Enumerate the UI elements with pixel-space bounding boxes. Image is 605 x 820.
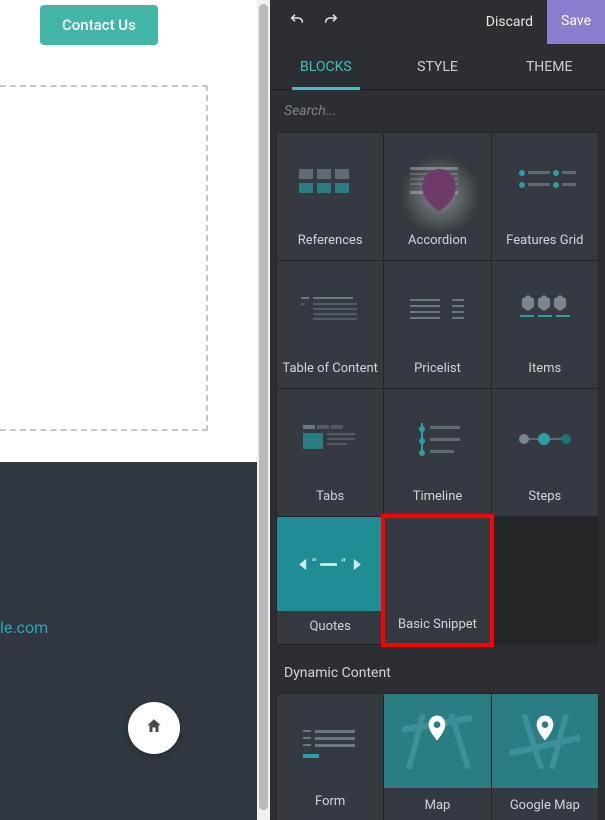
tab-theme[interactable]: THEME	[493, 44, 605, 89]
editor-tabs: BLOCKS STYLE THEME	[270, 44, 605, 90]
block-references[interactable]: References	[277, 133, 383, 260]
block-label: References	[298, 233, 363, 250]
site-footer-preview	[0, 462, 257, 820]
block-preview	[277, 133, 383, 233]
svg-text:“: “	[312, 557, 317, 572]
block-tabs[interactable]: Tabs	[277, 389, 383, 516]
block-preview	[492, 694, 598, 788]
discard-button[interactable]: Discard	[472, 14, 547, 30]
editor-toolbar: Discard Save	[270, 0, 605, 44]
footer-link-fragment[interactable]: le.com	[0, 618, 48, 637]
block-map[interactable]: Map	[384, 694, 490, 820]
dropzone-outline[interactable]	[0, 85, 208, 431]
block-label: Google Map	[510, 798, 580, 813]
website-preview: Contact Us le.com	[0, 0, 257, 820]
home-fab-button[interactable]	[128, 702, 180, 754]
pin-icon	[427, 715, 447, 741]
block-google-map[interactable]: Google Map	[492, 694, 598, 820]
block-preview	[492, 133, 598, 233]
undo-button[interactable]	[280, 5, 314, 39]
block-accordion[interactable]: Accordion	[384, 133, 490, 260]
block-label: Timeline	[413, 489, 463, 506]
block-table-of-content[interactable]: Table of Content	[277, 261, 383, 388]
block-features-grid[interactable]: Features Grid	[492, 133, 598, 260]
section-dynamic-content-title: Dynamic Content	[270, 645, 605, 693]
drop-indicator-icon	[422, 169, 456, 211]
block-label: Features Grid	[506, 233, 583, 250]
block-label: Items	[528, 361, 561, 378]
editor-panel: Discard Save BLOCKS STYLE THEME Referenc…	[270, 0, 605, 820]
block-label: Map	[425, 798, 451, 813]
block-form[interactable]: Form	[277, 694, 383, 820]
block-preview	[384, 517, 490, 617]
blocks-grid: References Accordion Features Grid	[276, 132, 599, 645]
blocks-panel-body: References Accordion Features Grid	[270, 132, 605, 820]
block-quotes[interactable]: “” Quotes	[277, 517, 383, 644]
block-preview	[492, 261, 598, 361]
block-label: Pricelist	[414, 361, 461, 378]
block-basic-snippet[interactable]: Basic Snippet	[384, 517, 490, 644]
block-preview	[384, 694, 490, 788]
block-pricelist[interactable]: Pricelist	[384, 261, 490, 388]
block-preview	[277, 389, 383, 489]
undo-icon	[289, 12, 305, 32]
block-steps[interactable]: Steps	[492, 389, 598, 516]
block-timeline[interactable]: Timeline	[384, 389, 490, 516]
search-row	[270, 90, 605, 132]
tab-style[interactable]: STYLE	[382, 44, 494, 89]
home-icon	[145, 717, 163, 739]
redo-button[interactable]	[314, 5, 348, 39]
block-label: Quotes	[309, 611, 350, 644]
contact-us-button[interactable]: Contact Us	[40, 5, 158, 45]
block-preview	[384, 261, 490, 361]
block-label: Table of Content	[282, 361, 377, 378]
search-input[interactable]	[284, 103, 591, 119]
block-label: Accordion	[408, 233, 467, 250]
pin-icon	[535, 715, 555, 741]
scrollbar-thumb[interactable]	[259, 4, 268, 810]
block-preview: “”	[277, 517, 383, 611]
block-empty	[492, 517, 598, 644]
save-button[interactable]: Save	[547, 0, 605, 44]
blocks-grid-dynamic: Form Map Google Map	[276, 693, 599, 820]
block-label: Basic Snippet	[398, 617, 477, 634]
redo-icon	[323, 12, 339, 32]
block-label: Tabs	[316, 489, 344, 506]
block-label: Form	[315, 794, 345, 811]
svg-text:”: ”	[341, 557, 346, 572]
block-items[interactable]: Items	[492, 261, 598, 388]
block-preview	[492, 389, 598, 489]
block-label: Steps	[528, 489, 561, 506]
block-preview	[384, 389, 490, 489]
block-preview	[277, 694, 383, 794]
block-preview	[277, 261, 383, 361]
tab-blocks[interactable]: BLOCKS	[270, 44, 382, 89]
